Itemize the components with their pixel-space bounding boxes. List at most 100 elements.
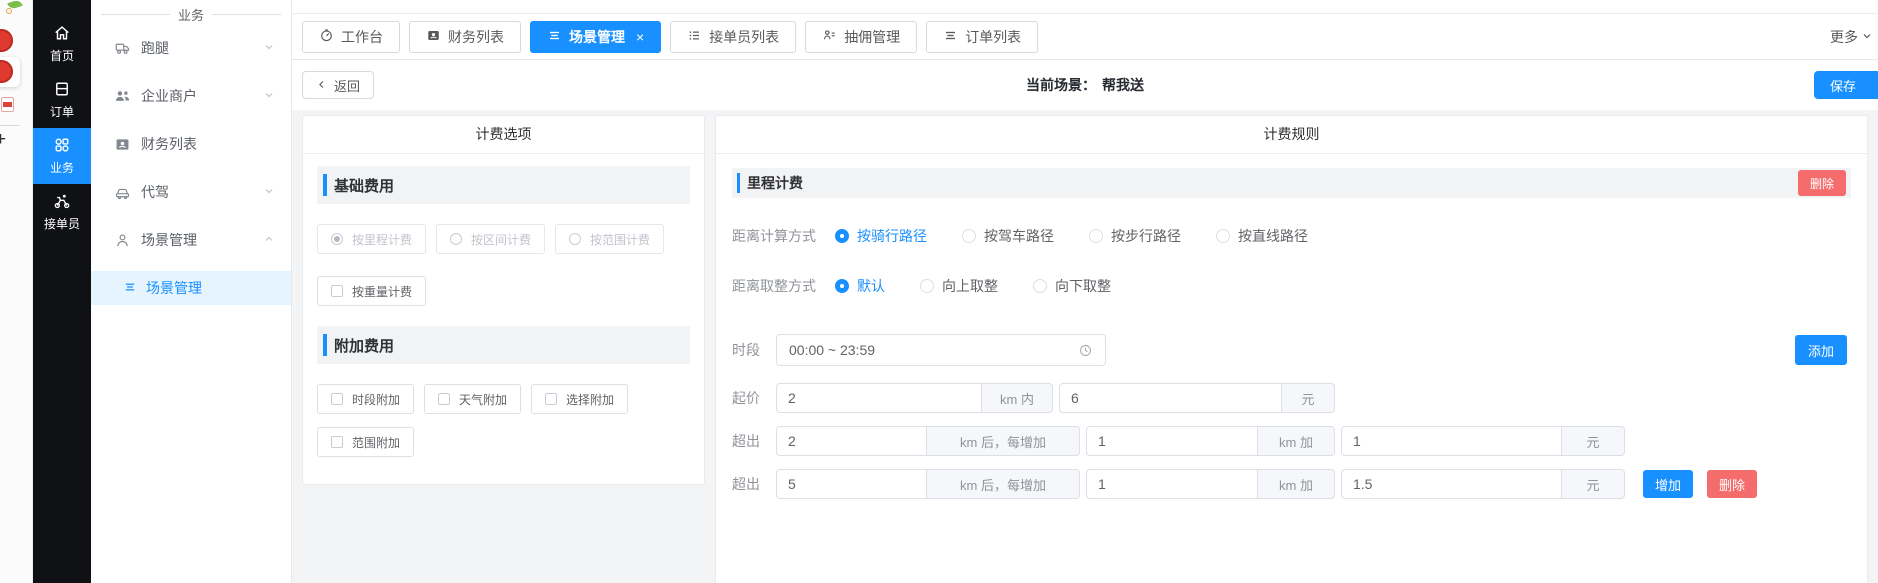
time-range-label: 时段 xyxy=(732,340,776,360)
sidebar-item-home[interactable]: 首页 xyxy=(33,16,91,72)
sidebar-item-business[interactable]: 业务 xyxy=(33,128,91,184)
yuan-addon: 元 xyxy=(1561,469,1625,499)
main-area: 工作台 财务列表 场景管理 × 接单员列表 抽佣管理 订单列表 xyxy=(292,0,1878,583)
chevron-down-icon xyxy=(263,184,275,200)
close-icon[interactable]: × xyxy=(636,29,644,45)
extra-fee-checkbox-row: 时段附加 天气附加 选择附加 xyxy=(317,384,690,414)
base-price-group: 元 xyxy=(1059,383,1335,413)
submenu-group-title: 业务 xyxy=(91,0,291,24)
radio-icon xyxy=(331,233,343,245)
car-icon xyxy=(114,184,131,201)
list-icon xyxy=(943,28,958,46)
tab-finance-list[interactable]: 财务列表 xyxy=(409,21,521,53)
primary-sidebar: 首页 订单 业务 接单员 xyxy=(33,0,91,583)
tab-label: 场景管理 xyxy=(569,27,625,47)
submenu-item-errands[interactable]: 跑腿 xyxy=(91,24,291,72)
tab-label: 财务列表 xyxy=(448,27,504,47)
submenu-item-driving[interactable]: 代驾 xyxy=(91,168,291,216)
add-time-range-button[interactable]: 添加 xyxy=(1795,335,1847,365)
tab-workbench[interactable]: 工作台 xyxy=(302,21,400,53)
base-price-label: 起价 xyxy=(732,388,776,408)
checkbox-icon xyxy=(331,393,343,405)
yuan-addon: 元 xyxy=(1561,426,1625,456)
checkbox-time-surcharge[interactable]: 时段附加 xyxy=(317,384,414,414)
radio-icon xyxy=(450,233,462,245)
sidebar-item-label: 业务 xyxy=(50,159,74,176)
over-label: 超出 xyxy=(732,431,776,451)
more-tabs-button[interactable]: 更多 xyxy=(1830,14,1873,59)
km-add-addon: km 加 xyxy=(1257,426,1335,456)
over-price-input[interactable] xyxy=(1341,426,1561,456)
over-step-group: km 加 xyxy=(1086,469,1335,499)
over-step-input[interactable] xyxy=(1086,469,1257,499)
tab-scene-management[interactable]: 场景管理 × xyxy=(530,21,661,53)
time-range-input[interactable]: 00:00 ~ 23:59 xyxy=(776,334,1106,366)
radio-default-rounding[interactable]: 默认 xyxy=(835,276,885,296)
radio-by-range[interactable]: 按范围计费 xyxy=(555,224,664,254)
over-km-input[interactable] xyxy=(776,426,926,456)
radio-riding-route[interactable]: 按骑行路径 xyxy=(835,226,927,246)
tab-bar: 工作台 财务列表 场景管理 × 接单员列表 抽佣管理 订单列表 xyxy=(292,14,1878,60)
sidebar-item-orders[interactable]: 订单 xyxy=(33,72,91,128)
base-price-input[interactable] xyxy=(1059,383,1281,413)
radio-label: 向下取整 xyxy=(1055,276,1111,296)
checkbox-weather-surcharge[interactable]: 天气附加 xyxy=(424,384,521,414)
add-tier-button[interactable]: 增加 xyxy=(1643,470,1693,498)
radio-by-interval[interactable]: 按区间计费 xyxy=(436,224,545,254)
order-icon xyxy=(53,80,71,98)
radio-by-mileage[interactable]: 按里程计费 xyxy=(317,224,426,254)
chevron-down-icon xyxy=(263,40,275,56)
person-icon xyxy=(114,232,131,249)
card-icon xyxy=(426,28,441,46)
checkbox-icon xyxy=(331,285,343,297)
radio-driving-route[interactable]: 按驾车路径 xyxy=(962,226,1054,246)
checkbox-label: 天气附加 xyxy=(459,391,507,408)
delete-rule-button[interactable]: 删除 xyxy=(1798,170,1846,196)
app-shortcut-icon[interactable] xyxy=(0,29,13,52)
back-button[interactable]: 返回 xyxy=(302,71,374,99)
sidebar-item-label: 首页 xyxy=(50,47,74,64)
radio-round-down[interactable]: 向下取整 xyxy=(1033,276,1111,296)
radio-walking-route[interactable]: 按步行路径 xyxy=(1089,226,1181,246)
tab-courier-list[interactable]: 接单员列表 xyxy=(670,21,796,53)
radio-label: 按区间计费 xyxy=(471,231,531,248)
checkbox-select-surcharge[interactable]: 选择附加 xyxy=(531,384,628,414)
checkbox-label: 范围附加 xyxy=(352,434,400,451)
list-icon xyxy=(547,28,562,46)
submenu-item-merchants[interactable]: 企业商户 xyxy=(91,72,291,120)
pdf-doc-icon[interactable] xyxy=(1,97,14,112)
save-button[interactable]: 保存 xyxy=(1814,71,1878,99)
submenu-subitem-scene-management[interactable]: 场景管理 xyxy=(91,271,291,305)
tab-commission-management[interactable]: 抽佣管理 xyxy=(805,21,917,53)
list-check-icon xyxy=(687,28,702,46)
plus-icon[interactable]: + xyxy=(0,129,6,151)
chevron-down-icon xyxy=(263,88,275,104)
base-km-input[interactable] xyxy=(776,383,981,413)
tab-label: 抽佣管理 xyxy=(844,27,900,47)
radio-round-up[interactable]: 向上取整 xyxy=(920,276,998,296)
delete-tier-button[interactable]: 删除 xyxy=(1707,470,1757,498)
submenu-item-scene-management[interactable]: 场景管理 xyxy=(91,216,291,264)
more-label: 更多 xyxy=(1830,27,1858,47)
checkbox-range-surcharge[interactable]: 范围附加 xyxy=(317,427,414,457)
rounding-label: 距离取整方式 xyxy=(732,276,816,296)
checkbox-by-weight[interactable]: 按重量计费 xyxy=(317,276,426,306)
scene-value: 帮我送 xyxy=(1102,77,1144,93)
page-toolbar: 返回 当前场景：帮我送 保存 xyxy=(292,60,1878,110)
radio-label: 向上取整 xyxy=(942,276,998,296)
submenu-item-label: 财务列表 xyxy=(141,134,275,154)
over-price-input[interactable] xyxy=(1341,469,1561,499)
sidebar-item-couriers[interactable]: 接单员 xyxy=(33,184,91,240)
over-km-input[interactable] xyxy=(776,469,926,499)
radio-straight-line[interactable]: 按直线路径 xyxy=(1216,226,1308,246)
radio-icon xyxy=(1216,229,1230,243)
submenu-item-finance-list[interactable]: 财务列表 xyxy=(91,120,291,168)
person-lines-icon xyxy=(822,28,837,46)
radio-icon xyxy=(1033,279,1047,293)
distance-calc-label: 距离计算方式 xyxy=(732,226,816,246)
tab-order-list[interactable]: 订单列表 xyxy=(926,21,1038,53)
over-step-input[interactable] xyxy=(1086,426,1257,456)
yuan-addon: 元 xyxy=(1281,383,1335,413)
app-shortcut-card[interactable] xyxy=(0,57,20,87)
current-scene-title: 当前场景：帮我送 xyxy=(1026,75,1144,95)
